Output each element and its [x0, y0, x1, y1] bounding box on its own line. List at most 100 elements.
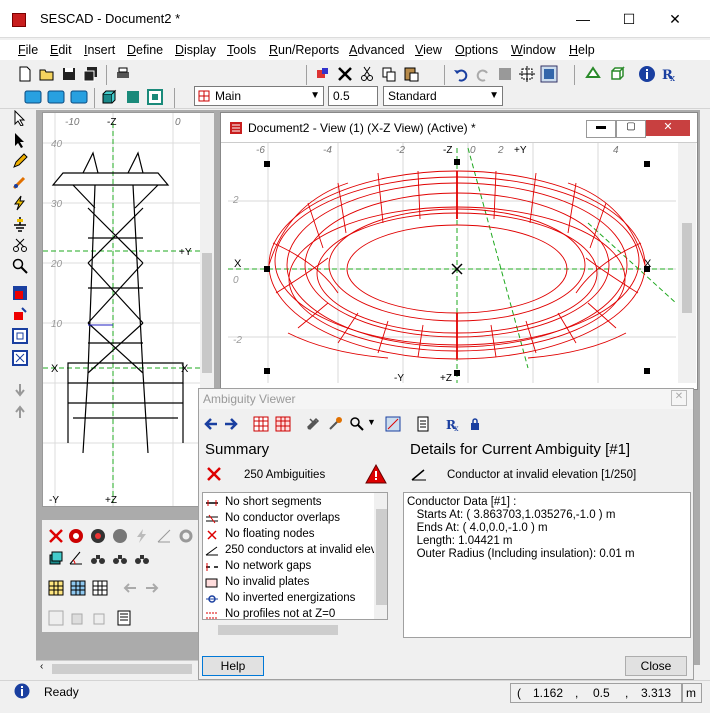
tower-select-icon[interactable] [275, 416, 291, 432]
select-arrow-icon[interactable] [12, 110, 28, 126]
rx-icon[interactable]: Rx [660, 65, 678, 83]
new-file-icon[interactable] [16, 65, 34, 83]
select-window-icon[interactable] [518, 65, 536, 83]
3d-solid-icon[interactable] [100, 88, 118, 106]
undo-icon[interactable] [452, 65, 470, 83]
print-icon[interactable] [114, 65, 132, 83]
binoculars-icon[interactable] [90, 550, 106, 566]
minimize-button[interactable]: — [560, 6, 606, 32]
list-item[interactable]: 250 conductors at invalid eleva [203, 543, 387, 559]
yz-view-panel[interactable]: -10 -Z 0 40 30 20 10 +Y X X -Y +Z [42, 112, 214, 507]
select-all-icon[interactable] [540, 65, 558, 83]
chevron-down-icon[interactable]: ▼ [367, 417, 376, 427]
menu-help[interactable]: Help [569, 43, 595, 57]
solid-square-icon[interactable] [124, 88, 142, 106]
child-restore-button[interactable]: ▢ [616, 120, 646, 138]
list-vertical-scrollbar[interactable] [374, 493, 387, 619]
menu-edit[interactable]: Edit [50, 43, 72, 57]
list-item[interactable]: No short segments [203, 495, 387, 511]
list-item[interactable]: No network gaps [203, 559, 387, 575]
paste-icon[interactable] [402, 65, 420, 83]
outline-square-icon[interactable] [146, 88, 164, 106]
tower-grid-icon[interactable] [253, 416, 269, 432]
energize-icon[interactable] [12, 195, 28, 211]
magnifier-icon[interactable] [12, 258, 28, 274]
copy-icon[interactable] [380, 65, 398, 83]
zoom-box-icon[interactable] [385, 416, 401, 432]
ambiguity-list[interactable]: No short segments No conductor overlaps … [202, 492, 388, 620]
zoom-pan-icon[interactable] [584, 65, 602, 83]
back-arrow-icon[interactable] [203, 416, 219, 432]
menu-define[interactable]: Define [127, 43, 163, 57]
close-dialog-button[interactable]: Close [625, 656, 687, 676]
target-red-icon[interactable] [68, 528, 84, 544]
pencil-icon[interactable] [12, 153, 28, 169]
torus-drawing[interactable]: -6 -4 -2 -Z 0 2 +Y 4 2 0 -2 X X -Y +Z [228, 143, 676, 383]
zoom-extents-icon[interactable] [12, 350, 28, 366]
list-item[interactable]: No invalid plates [203, 575, 387, 591]
ground-icon[interactable] [12, 216, 28, 232]
report-icon[interactable] [116, 610, 132, 626]
select-solid-arrow-icon[interactable] [12, 132, 28, 148]
menu-insert[interactable]: Insert [84, 43, 115, 57]
save-all-icon[interactable] [82, 65, 100, 83]
menu-advanced[interactable]: Advanced [349, 43, 405, 57]
close-red-icon[interactable] [206, 466, 222, 482]
maximize-button[interactable]: ☐ [606, 6, 652, 32]
list-item[interactable]: No conductor overlaps [203, 511, 387, 527]
binoculars-next-icon[interactable] [112, 550, 128, 566]
menu-run-reports[interactable]: Run/Reports [269, 43, 339, 57]
right-view-scrollbar[interactable] [678, 143, 696, 383]
node-edit-icon[interactable] [12, 306, 28, 322]
cut-wire-icon[interactable] [314, 65, 332, 83]
color-select-icon[interactable] [12, 285, 28, 301]
grey-circle-icon[interactable] [112, 528, 128, 544]
select-move-icon[interactable] [496, 65, 514, 83]
list-item[interactable]: No inverted energizations [203, 591, 387, 607]
list-item[interactable]: No floating nodes [203, 527, 387, 543]
grid-blue-icon[interactable] [70, 580, 86, 596]
rx-icon[interactable]: Rx [445, 416, 461, 432]
close-red-icon[interactable] [48, 528, 64, 544]
open-folder-icon[interactable] [38, 65, 56, 83]
list-item[interactable]: No profiles not at Z=0 [203, 607, 387, 619]
layer-dropdown[interactable]: Main ▼ [194, 86, 324, 106]
tools-icon[interactable] [305, 416, 321, 432]
close-button[interactable]: ✕ [652, 6, 698, 32]
notes-icon[interactable] [415, 416, 431, 432]
lock-icon[interactable] [467, 416, 483, 432]
menu-tools[interactable]: Tools [227, 43, 256, 57]
magnifier-icon[interactable] [349, 416, 365, 432]
fix-tools-icon[interactable] [327, 416, 343, 432]
menu-window[interactable]: Window [511, 43, 555, 57]
binoculars-prev-icon[interactable] [134, 550, 150, 566]
zoom-fit-icon[interactable] [12, 328, 28, 344]
3d-view-icon[interactable] [608, 65, 626, 83]
ambiguity-close-icon[interactable]: ✕ [671, 390, 687, 406]
grid-plain-icon[interactable] [92, 580, 108, 596]
layers-icon[interactable] [48, 550, 64, 566]
child-close-button[interactable]: ✕ [646, 120, 690, 136]
forward-arrow-icon[interactable] [223, 416, 239, 432]
info-icon[interactable] [638, 65, 656, 83]
menu-options[interactable]: Options [455, 43, 498, 57]
xy-view-icon[interactable] [24, 88, 42, 106]
delete-icon[interactable] [336, 65, 354, 83]
cut-icon[interactable] [358, 65, 376, 83]
help-button[interactable]: Help [202, 656, 264, 676]
menu-display[interactable]: Display [175, 43, 216, 57]
size-input[interactable]: 0.5 [328, 86, 378, 106]
record-icon[interactable] [90, 528, 106, 544]
menu-view[interactable]: View [415, 43, 442, 57]
tower-drawing[interactable]: -10 -Z 0 40 30 20 10 +Y X X -Y +Z [43, 113, 213, 506]
child-minimize-button[interactable]: ▬ [586, 120, 616, 138]
left-horizontal-scrollbar[interactable]: ‹ [36, 660, 198, 676]
xz-view-icon[interactable] [47, 88, 65, 106]
list-horizontal-scrollbar[interactable] [202, 622, 388, 638]
scissors-icon[interactable] [12, 237, 28, 253]
grid-yellow-icon[interactable] [48, 580, 64, 596]
app-icon[interactable] [12, 13, 26, 27]
menu-file[interactable]: File [18, 43, 38, 57]
yz-view-icon[interactable] [70, 88, 88, 106]
conductor-icon[interactable] [12, 174, 28, 190]
